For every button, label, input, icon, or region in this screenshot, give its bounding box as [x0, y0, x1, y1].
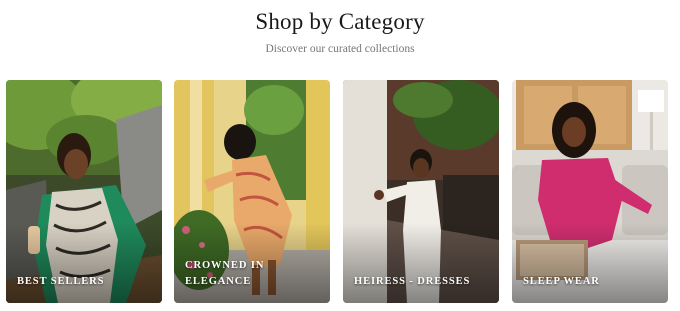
category-label: HEIRESS - DRESSES: [354, 276, 471, 287]
category-label: BEST SELLERS: [17, 276, 105, 287]
section-subtitle: Discover our curated collections: [265, 43, 415, 55]
category-card-best-sellers[interactable]: BEST SELLERS: [6, 80, 162, 303]
category-label: CROWNED IN ELEGANCE: [185, 260, 265, 287]
section-title: Shop by Category: [255, 9, 425, 34]
category-card-heiress-dresses[interactable]: HEIRESS - DRESSES: [343, 80, 499, 303]
category-card-crowned-in-elegance[interactable]: CROWNED IN ELEGANCE: [174, 80, 330, 303]
category-label: SLEEP WEAR: [523, 276, 600, 287]
category-card-sleep-wear[interactable]: SLEEP WEAR: [512, 80, 668, 303]
